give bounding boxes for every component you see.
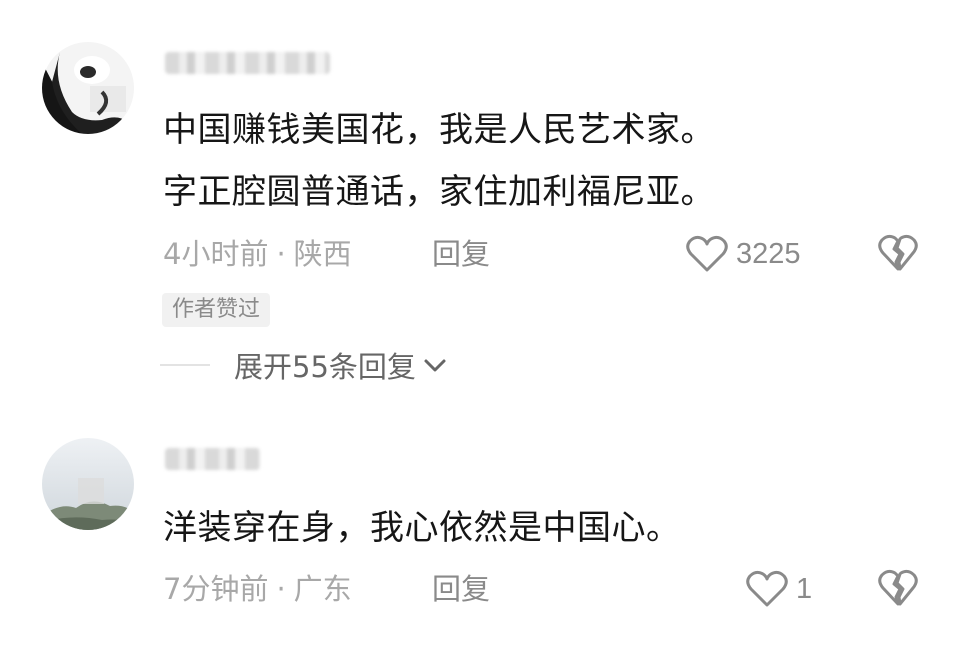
expand-replies-button[interactable]: 展开55条回复 [160, 345, 448, 385]
username-blurred[interactable] [165, 448, 260, 470]
comment-text-line: 洋装穿在身，我心依然是中国心。 [163, 508, 681, 548]
author-liked-badge: 作者赞过 [162, 293, 271, 327]
comment-location: 陕西 [293, 237, 352, 271]
like-button[interactable]: 1 [746, 569, 812, 609]
reply-button[interactable]: 回复 [432, 237, 490, 271]
meta-separator: · [276, 237, 286, 271]
comment-meta: 7分钟前 · 广东 [163, 572, 352, 606]
comment-item: 中国赚钱美国花，我是人民艺术家。 字正腔圆普通话，家住加利福尼亚。 4小时前 · 陕… [0, 0, 960, 400]
username-blurred[interactable] [165, 52, 330, 74]
reply-button[interactable]: 回复 [432, 572, 490, 606]
avatar[interactable] [42, 42, 134, 134]
heart-outline-icon [686, 235, 728, 272]
comment-time: 4小时前 [163, 237, 269, 271]
comment-item: 洋装穿在身，我心依然是中国心。 7分钟前 · 广东 回复 1 [0, 420, 960, 648]
avatar[interactable] [42, 438, 134, 530]
comment-location: 广东 [293, 572, 352, 606]
like-button[interactable]: 3225 [686, 234, 801, 274]
dislike-button[interactable] [878, 569, 918, 609]
comment-meta: 4小时前 · 陕西 [163, 237, 352, 271]
expand-divider [160, 364, 210, 366]
comment-text-line: 字正腔圆普通话，家住加利福尼亚。 [163, 172, 715, 212]
like-count: 3225 [736, 237, 801, 270]
meta-separator: · [276, 572, 286, 606]
like-count: 1 [796, 572, 813, 605]
comment-list: 中国赚钱美国花，我是人民艺术家。 字正腔圆普通话，家住加利福尼亚。 4小时前 · 陕… [0, 0, 960, 648]
dislike-button[interactable] [878, 234, 918, 274]
heart-outline-icon [746, 570, 788, 607]
broken-heart-icon [878, 234, 918, 271]
broken-heart-icon [878, 569, 918, 606]
comment-text-line: 中国赚钱美国花，我是人民艺术家。 [163, 110, 715, 150]
comment-time: 7分钟前 [163, 572, 269, 606]
chevron-down-icon [424, 359, 446, 372]
expand-replies-label: 展开55条回复 [234, 350, 416, 384]
